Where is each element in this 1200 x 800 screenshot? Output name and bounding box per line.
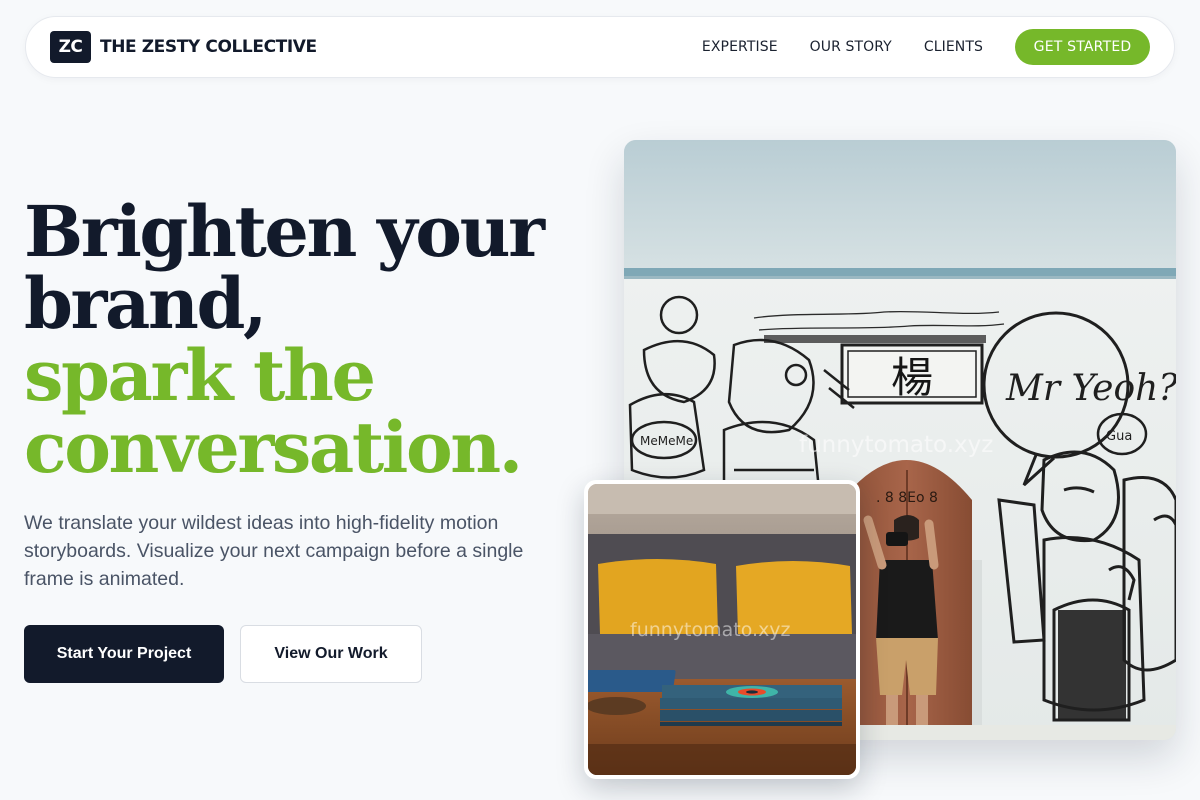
headline-accent-line-2: conversation. xyxy=(24,406,523,489)
nav-links: EXPERTISE OUR STORY CLIENTS GET STARTED xyxy=(702,29,1150,65)
nav-link-our-story[interactable]: OUR STORY xyxy=(810,39,892,55)
mural-bubble-left: MeMeMe xyxy=(640,434,693,448)
inset-watermark: funnytomato.xyz xyxy=(630,619,791,641)
inset-books-photo: funnytomato.xyz xyxy=(584,480,860,779)
books-illustration: funnytomato.xyz xyxy=(588,484,856,775)
brand-name: THE ZESTY COLLECTIVE xyxy=(100,37,317,57)
headline-line-1: Brighten your xyxy=(24,190,545,273)
brand[interactable]: ZC THE ZESTY COLLECTIVE xyxy=(50,31,317,63)
sign-character: 楊 xyxy=(891,353,933,402)
hero-headline: Brighten your brand, spark the conversat… xyxy=(24,196,584,484)
logo-mark: ZC xyxy=(50,31,91,63)
nav-link-expertise[interactable]: EXPERTISE xyxy=(702,39,778,55)
headline-line-2: brand, xyxy=(24,262,267,345)
headline-accent-line-1: spark the xyxy=(24,334,376,417)
mural-bubble-small: Gua xyxy=(1106,429,1132,444)
main-watermark: funnytomato.xyz xyxy=(799,432,993,458)
mural-speech-text: Mr Yeoh? xyxy=(1005,368,1176,409)
door-number: . 8 8Eo 8 xyxy=(876,490,938,506)
start-project-button[interactable]: Start Your Project xyxy=(24,625,224,683)
inset-photo-frame: funnytomato.xyz xyxy=(588,484,856,775)
top-navbar: ZC THE ZESTY COLLECTIVE EXPERTISE OUR ST… xyxy=(25,16,1175,78)
nav-link-clients[interactable]: CLIENTS xyxy=(924,39,983,55)
hero-subcopy: We translate your wildest ideas into hig… xyxy=(24,512,524,590)
get-started-button[interactable]: GET STARTED xyxy=(1015,29,1150,65)
view-work-button[interactable]: View Our Work xyxy=(240,625,422,683)
